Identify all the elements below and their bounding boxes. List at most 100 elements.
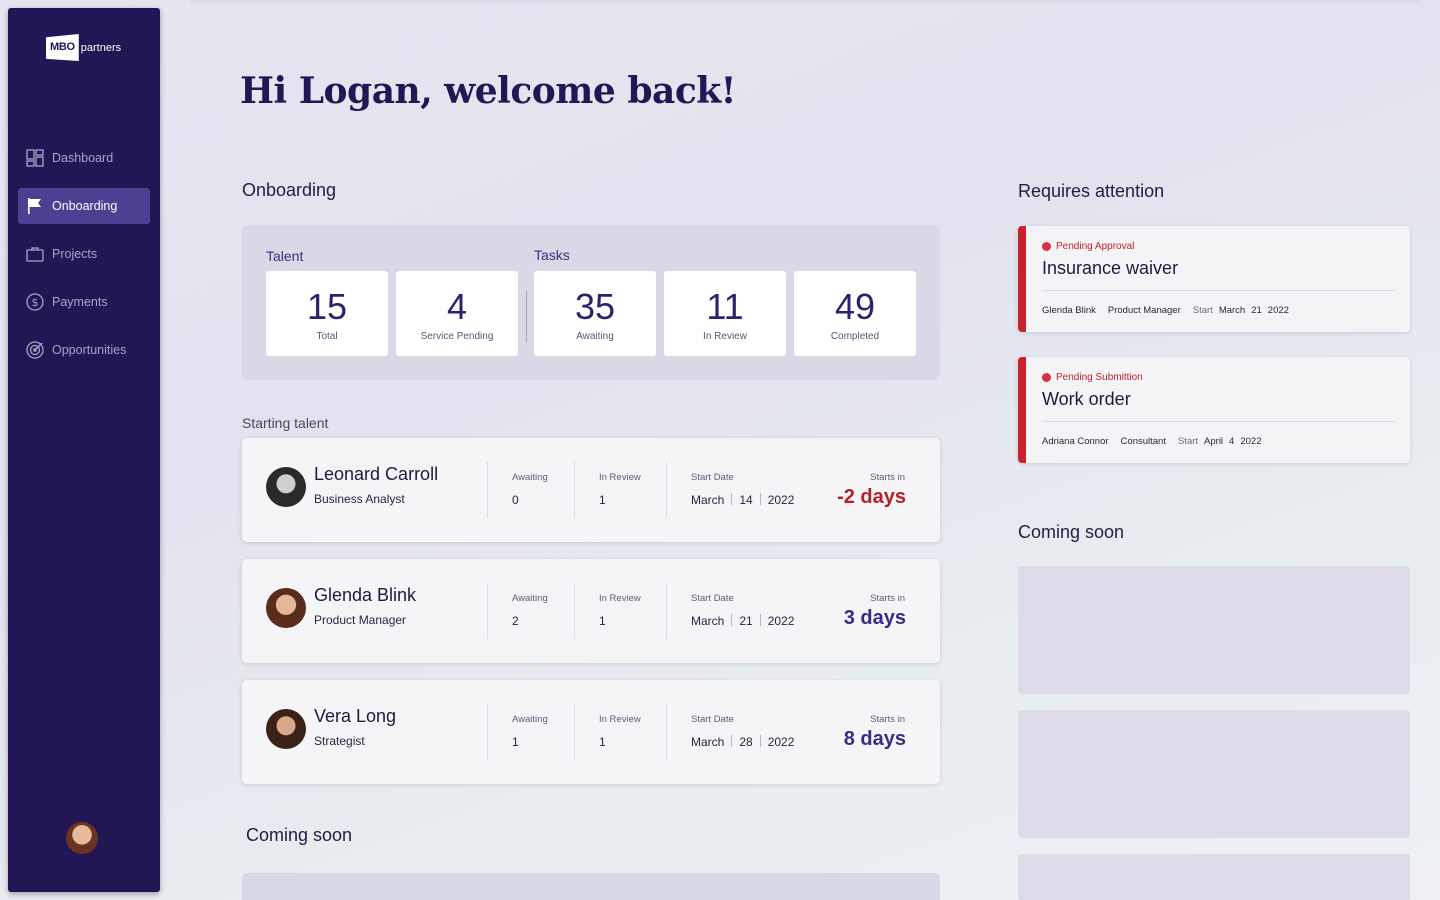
talent-name: Glenda Blink <box>314 585 417 605</box>
sidebar-item-label: Payments <box>52 295 108 309</box>
talent-role: Product Manager <box>314 613 407 627</box>
talent-card-glenda-blink[interactable]: Glenda Blink Product Manager Awaiting 2 … <box>242 559 940 663</box>
date-month: March <box>691 614 725 628</box>
in-review-value: 1 <box>599 614 606 628</box>
sidebar-item-label: Dashboard <box>52 151 114 165</box>
stat-total[interactable]: 15 Total <box>266 271 388 356</box>
user-avatar[interactable] <box>66 822 98 854</box>
stat-completed[interactable]: 49 Completed <box>794 271 916 356</box>
talent-name: Leonard Carroll <box>314 464 439 484</box>
awaiting-label: Awaiting <box>512 714 548 725</box>
in-review-value: 1 <box>599 493 606 507</box>
starting-talent-title: Starting talent <box>242 415 329 431</box>
start-label: Start <box>1177 436 1199 447</box>
talent-role: Strategist <box>314 734 365 748</box>
divider <box>666 462 667 518</box>
talent-card-vera-long[interactable]: Vera Long Strategist Awaiting 1 In Revie… <box>242 680 940 784</box>
awaiting-label: Awaiting <box>512 472 548 483</box>
date-year: 2022 <box>1267 305 1289 316</box>
divider <box>574 704 575 760</box>
starts-in-value: -2 days <box>837 486 906 508</box>
coming-soon-placeholder <box>242 873 940 900</box>
date-day: 28 <box>739 735 753 749</box>
dollar-circle-icon: $ <box>26 293 44 311</box>
attention-card-insurance-waiver[interactable]: Pending Approval Insurance waiver Glenda… <box>1018 226 1410 332</box>
divider <box>1042 290 1396 291</box>
stat-label: Total <box>316 331 338 342</box>
status-badge: Pending Approval <box>1042 241 1134 252</box>
starts-in-label: Starts in <box>870 714 905 725</box>
date-year: 2022 <box>1240 436 1262 447</box>
start-date-label: Start Date <box>691 714 734 725</box>
person-name: Adriana Connor <box>1042 436 1109 447</box>
sidebar: MBO partners Dashboard Onboarding Projec… <box>8 8 160 892</box>
sidebar-item-onboarding[interactable]: Onboarding <box>18 188 150 224</box>
logo-mark: MBO <box>46 34 79 61</box>
attention-meta: Glenda Blink Product Manager Start March 21 2… <box>1042 305 1289 316</box>
talent-group-label: Talent <box>266 248 304 264</box>
requires-attention-title: Requires attention <box>1018 181 1165 201</box>
date-month: April <box>1204 436 1224 447</box>
alert-stripe <box>1018 226 1026 332</box>
divider <box>487 704 488 760</box>
mbo-partners-logo[interactable]: MBO partners <box>46 34 121 61</box>
person-name: Glenda Blink <box>1042 305 1096 316</box>
stat-value: 35 <box>574 286 616 327</box>
stat-in-review[interactable]: 11 In Review <box>664 271 786 356</box>
stat-label: Service Pending <box>420 331 494 342</box>
status-badge: Pending Submittion <box>1042 372 1143 383</box>
attention-card-work-order[interactable]: Pending Submittion Work order Adriana Co… <box>1018 357 1410 463</box>
attention-title: Work order <box>1042 389 1131 409</box>
stat-label: Awaiting <box>576 331 614 342</box>
status-text: Pending Submittion <box>1056 372 1143 383</box>
in-review-value: 1 <box>599 735 606 749</box>
start-date-label: Start Date <box>691 593 734 604</box>
tasks-group-label: Tasks <box>534 247 570 263</box>
sidebar-item-dashboard[interactable]: Dashboard <box>18 140 150 176</box>
coming-soon-placeholder <box>1018 710 1410 838</box>
awaiting-value: 0 <box>512 493 519 507</box>
welcome-heading: Hi Logan, welcome back! <box>240 70 736 112</box>
start-date-value: March 28 2022 <box>691 735 794 749</box>
onboarding-panel: Talent Tasks 15 Total 4 Service Pending … <box>242 225 940 380</box>
divider <box>487 583 488 639</box>
awaiting-value: 1 <box>512 735 519 749</box>
date-year: 2022 <box>767 735 795 749</box>
date-month: March <box>691 493 725 507</box>
person-role: Consultant <box>1120 436 1166 447</box>
start-date-label: Start Date <box>691 472 734 483</box>
person-role: Product Manager <box>1107 305 1181 316</box>
date-month: March <box>691 735 725 749</box>
sidebar-item-payments[interactable]: $ Payments <box>18 284 150 320</box>
sidebar-item-projects[interactable]: Projects <box>18 236 150 272</box>
alert-stripe <box>1018 357 1026 463</box>
sidebar-item-label: Opportunities <box>52 343 127 357</box>
stat-value: 15 <box>306 286 348 327</box>
awaiting-label: Awaiting <box>512 593 548 604</box>
date-year: 2022 <box>767 614 795 628</box>
status-dot-icon <box>1042 373 1051 382</box>
in-review-label: In Review <box>599 714 641 725</box>
avatar <box>266 709 306 749</box>
sidebar-item-label: Projects <box>52 247 98 261</box>
divider <box>574 583 575 639</box>
stat-divider <box>526 291 527 343</box>
stat-value: 4 <box>446 286 468 327</box>
sidebar-item-opportunities[interactable]: Opportunities <box>18 332 150 368</box>
flag-icon <box>26 197 44 215</box>
sidebar-nav: Dashboard Onboarding Projects $ Payments… <box>18 140 150 380</box>
top-bar-shadow <box>190 0 1420 4</box>
attention-meta: Adriana Connor Consultant Start April 4 2022 <box>1042 436 1261 447</box>
talent-card-leonard-carroll[interactable]: Leonard Carroll Business Analyst Awaitin… <box>242 438 940 542</box>
in-review-label: In Review <box>599 472 641 483</box>
divider <box>666 704 667 760</box>
stat-label: Completed <box>830 331 880 342</box>
divider <box>1042 421 1396 422</box>
stat-awaiting[interactable]: 35 Awaiting <box>534 271 656 356</box>
start-label: Start <box>1192 305 1213 316</box>
date-year: 2022 <box>767 493 795 507</box>
attention-title: Insurance waiver <box>1042 258 1179 278</box>
status-text: Pending Approval <box>1056 241 1135 252</box>
status-dot-icon <box>1042 242 1051 251</box>
stat-service-pending[interactable]: 4 Service Pending <box>396 271 518 356</box>
